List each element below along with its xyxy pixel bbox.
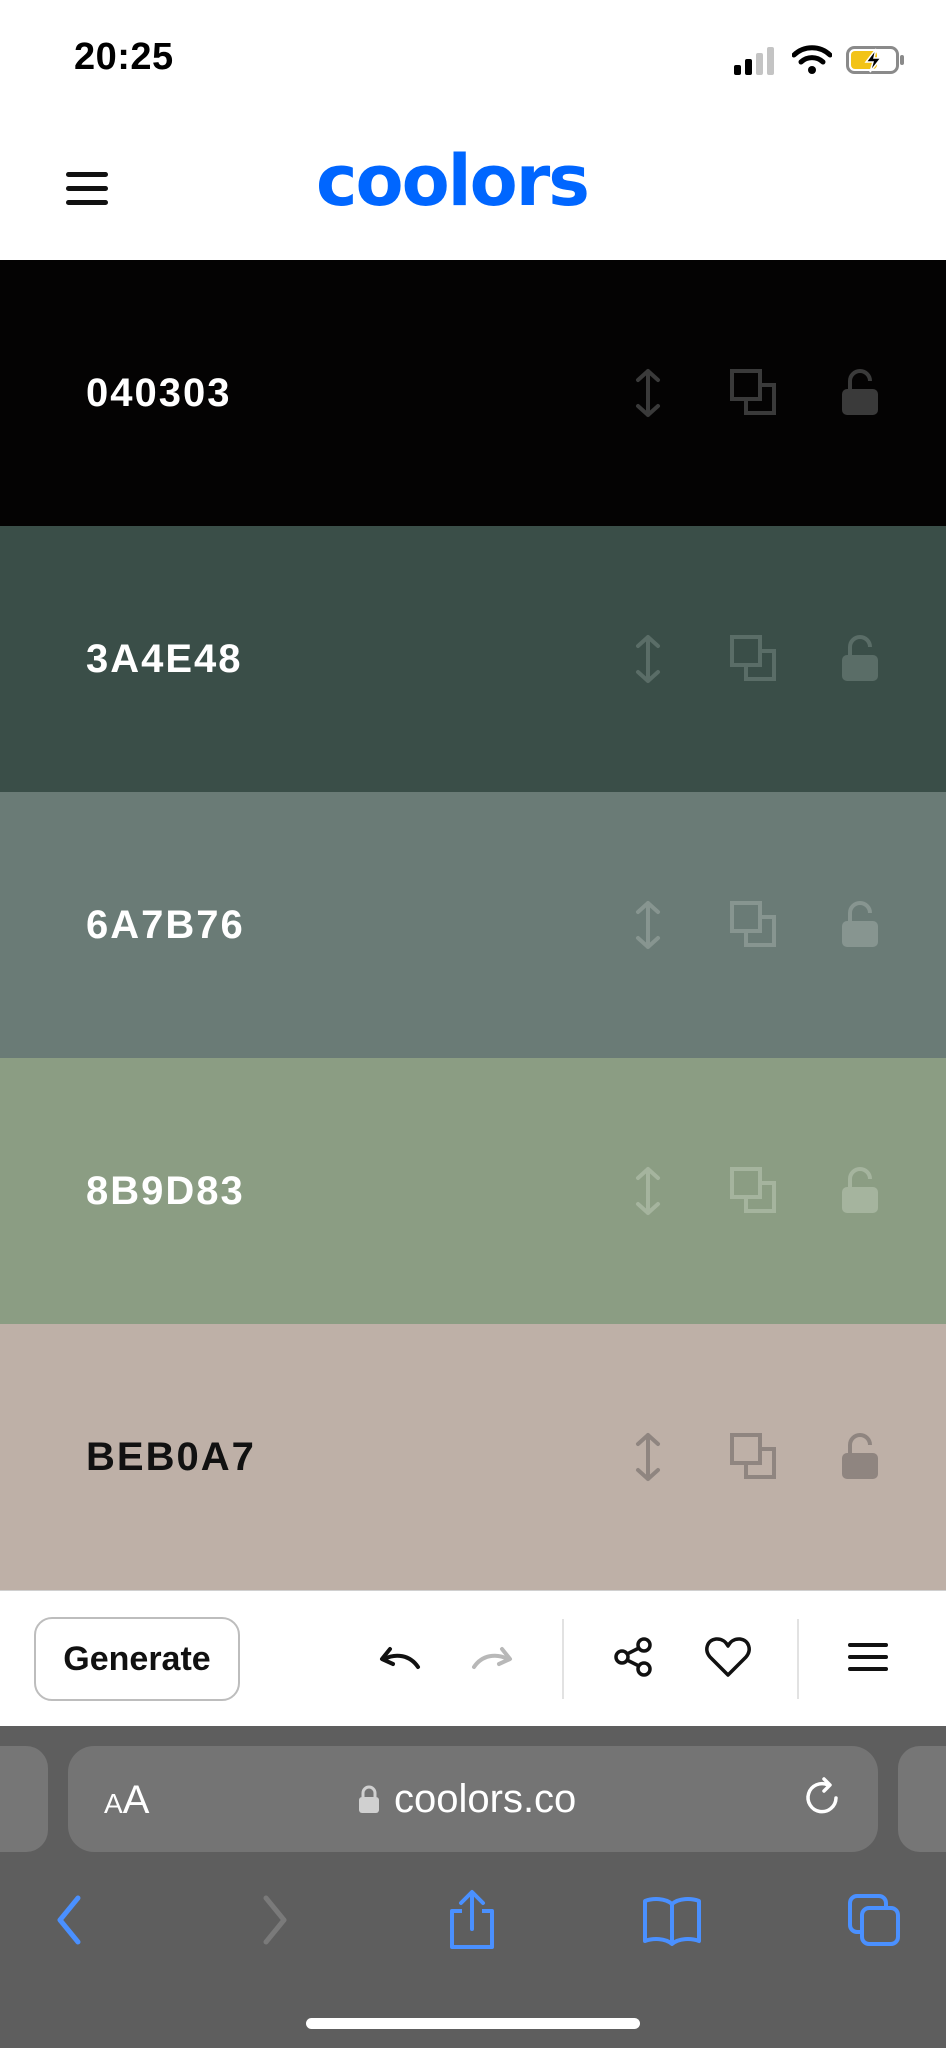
coolors-logo[interactable]: coolors — [316, 146, 590, 216]
tabs-icon — [848, 1894, 900, 1946]
drag-icon — [636, 1433, 660, 1481]
color-swatch[interactable]: 8B9D83 — [0, 1058, 946, 1324]
drag-button[interactable] — [622, 899, 674, 951]
home-indicator — [306, 2018, 640, 2029]
swatch-tools — [622, 792, 886, 1058]
tabs-button[interactable] — [842, 1888, 906, 1952]
copy-button[interactable] — [728, 633, 780, 685]
lock-icon — [359, 1785, 379, 1813]
palette: 040303 3A4E48 6A7B76 8B9D83 BEB0A7 — [0, 260, 946, 1590]
color-swatch[interactable]: 040303 — [0, 260, 946, 526]
color-swatch[interactable]: BEB0A7 — [0, 1324, 946, 1590]
drag-icon — [636, 1167, 660, 1215]
copy-button[interactable] — [728, 1431, 780, 1483]
color-swatch[interactable]: 6A7B76 — [0, 792, 946, 1058]
toolbar-divider — [797, 1619, 799, 1699]
share-icon — [614, 1637, 652, 1677]
copy-button[interactable] — [728, 1165, 780, 1217]
app-header: coolors — [0, 120, 946, 261]
lock-button[interactable] — [834, 1431, 886, 1483]
heart-icon — [705, 1637, 751, 1677]
back-button[interactable] — [38, 1888, 102, 1952]
unlock-icon — [842, 1167, 878, 1213]
color-swatch[interactable]: 3A4E48 — [0, 526, 946, 792]
url-text: coolors.co — [394, 1776, 577, 1821]
url-display[interactable]: coolors.co — [358, 1746, 576, 1852]
forward-icon — [263, 1895, 287, 1945]
share-sheet-button[interactable] — [440, 1888, 504, 1952]
color-hex-code[interactable]: 8B9D83 — [86, 1058, 245, 1324]
copy-icon — [730, 635, 776, 681]
hamburger-icon[interactable] — [62, 164, 112, 214]
address-bar[interactable]: A A coolors.co — [68, 1746, 878, 1852]
status-icons — [734, 40, 906, 80]
share-sheet-icon — [450, 1890, 494, 1949]
color-hex-code[interactable]: 3A4E48 — [86, 526, 243, 792]
unlock-icon — [842, 901, 878, 947]
menu-icon — [848, 1643, 888, 1671]
drag-icon — [636, 369, 660, 417]
toolbar-divider — [562, 1619, 564, 1699]
lock-button[interactable] — [834, 633, 886, 685]
swatch-tools — [622, 526, 886, 792]
text-size-large: A — [122, 1778, 150, 1822]
copy-button[interactable] — [728, 367, 780, 419]
color-hex-code[interactable]: 6A7B76 — [86, 792, 245, 1058]
copy-icon — [730, 901, 776, 947]
drag-button[interactable] — [622, 1431, 674, 1483]
unlock-icon — [842, 635, 878, 681]
swatch-tools — [622, 1058, 886, 1324]
copy-icon — [730, 369, 776, 415]
undo-button[interactable] — [370, 1627, 430, 1687]
copy-button[interactable] — [728, 899, 780, 951]
cellular-signal-icon — [734, 47, 774, 75]
drag-button[interactable] — [622, 1165, 674, 1217]
lock-button[interactable] — [834, 899, 886, 951]
swatch-tools — [622, 1324, 886, 1590]
browser-nav-bar — [0, 1876, 946, 1966]
drag-button[interactable] — [622, 633, 674, 685]
generate-button[interactable]: Generate — [34, 1617, 240, 1701]
redo-icon — [472, 1647, 512, 1669]
undo-icon — [380, 1647, 420, 1669]
browser-chrome: A A coolors.co — [0, 1726, 946, 2048]
copy-icon — [730, 1433, 776, 1479]
text-size-small: A — [104, 1788, 123, 1819]
status-bar: 20:25 — [0, 0, 946, 120]
drag-icon — [636, 901, 660, 949]
next-tab-peek[interactable] — [898, 1746, 946, 1852]
bookmarks-button[interactable] — [640, 1888, 704, 1952]
lock-button[interactable] — [834, 1165, 886, 1217]
redo-button[interactable] — [462, 1627, 522, 1687]
previous-tab-peek[interactable] — [0, 1746, 48, 1852]
share-button[interactable] — [604, 1627, 664, 1687]
drag-button[interactable] — [622, 367, 674, 419]
menu-button[interactable] — [838, 1627, 898, 1687]
status-time: 20:25 — [74, 36, 174, 78]
text-size-button[interactable]: A A — [104, 1746, 149, 1852]
back-icon — [57, 1895, 81, 1945]
color-hex-code[interactable]: BEB0A7 — [86, 1324, 256, 1590]
color-hex-code[interactable]: 040303 — [86, 260, 231, 526]
lock-button[interactable] — [834, 367, 886, 419]
wifi-icon — [792, 45, 832, 74]
swatch-tools — [622, 260, 886, 526]
bottom-toolbar: Generate — [0, 1590, 946, 1727]
forward-button[interactable] — [242, 1888, 306, 1952]
battery-charging-icon — [846, 46, 904, 74]
favorite-button[interactable] — [698, 1627, 758, 1687]
reload-icon[interactable] — [800, 1776, 846, 1822]
drag-icon — [636, 635, 660, 683]
unlock-icon — [842, 369, 878, 415]
unlock-icon — [842, 1433, 878, 1479]
bookmarks-icon — [643, 1897, 701, 1946]
copy-icon — [730, 1167, 776, 1213]
